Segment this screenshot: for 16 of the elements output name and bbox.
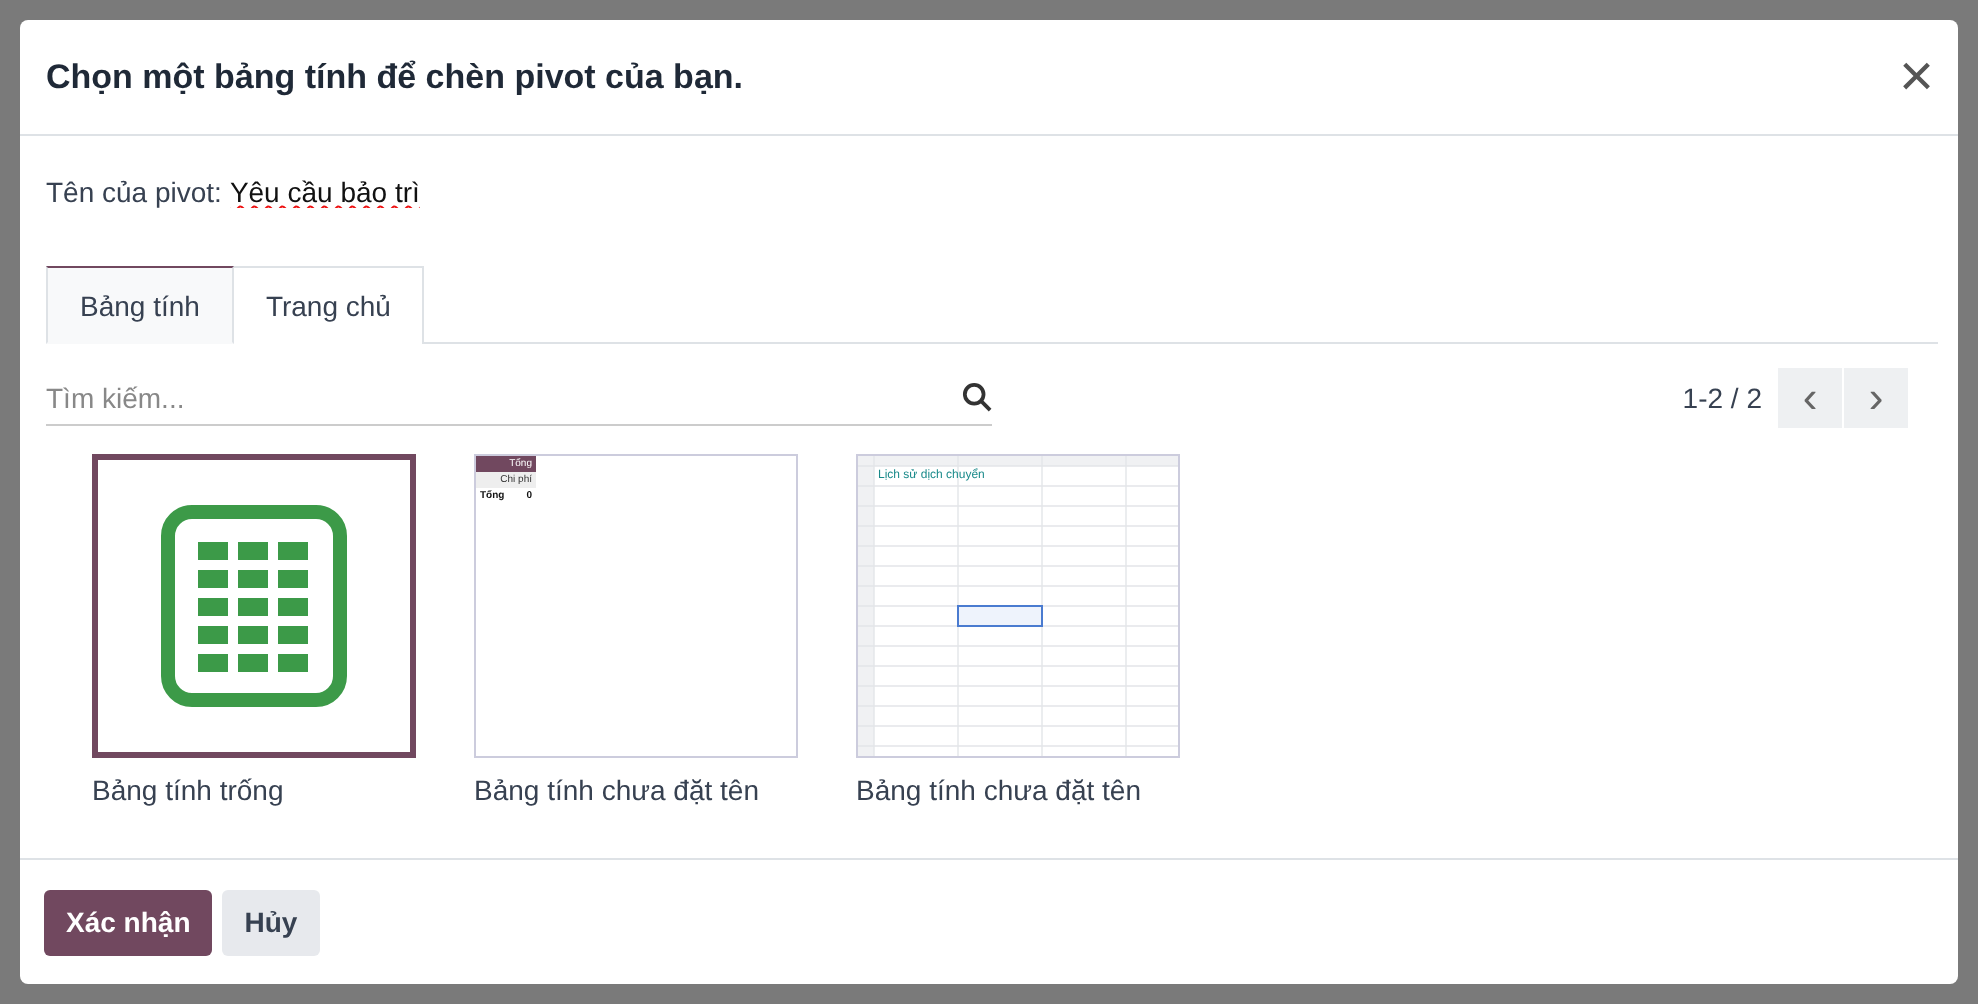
tab[interactable]: Trang chủ [233,266,425,344]
spreadsheet-name: Bảng tính chưa đặt tên [856,774,1143,806]
search-icon [962,382,992,412]
spreadsheet-icon [160,504,348,708]
confirm-button[interactable]: Xác nhận [44,889,213,955]
spreadsheet-thumbnail[interactable] [92,454,416,758]
spreadsheet-name: Bảng tính chưa đặt tên [474,774,761,806]
close-button[interactable]: × [1890,47,1942,107]
tab[interactable]: Bảng tính [46,266,234,344]
pager-text: 1-2 / 2 [1682,382,1762,414]
spreadsheet-name: Bảng tính trống [92,774,286,806]
previous-button[interactable]: ‹ [1778,368,1842,428]
next-button[interactable]: › [1844,368,1908,428]
dialog-title: Chọn một bảng tính để chèn pivot của bạn. [46,57,743,97]
field-label: Tên của pivot: [46,176,222,208]
cancel-button[interactable]: Hủy [222,889,320,955]
